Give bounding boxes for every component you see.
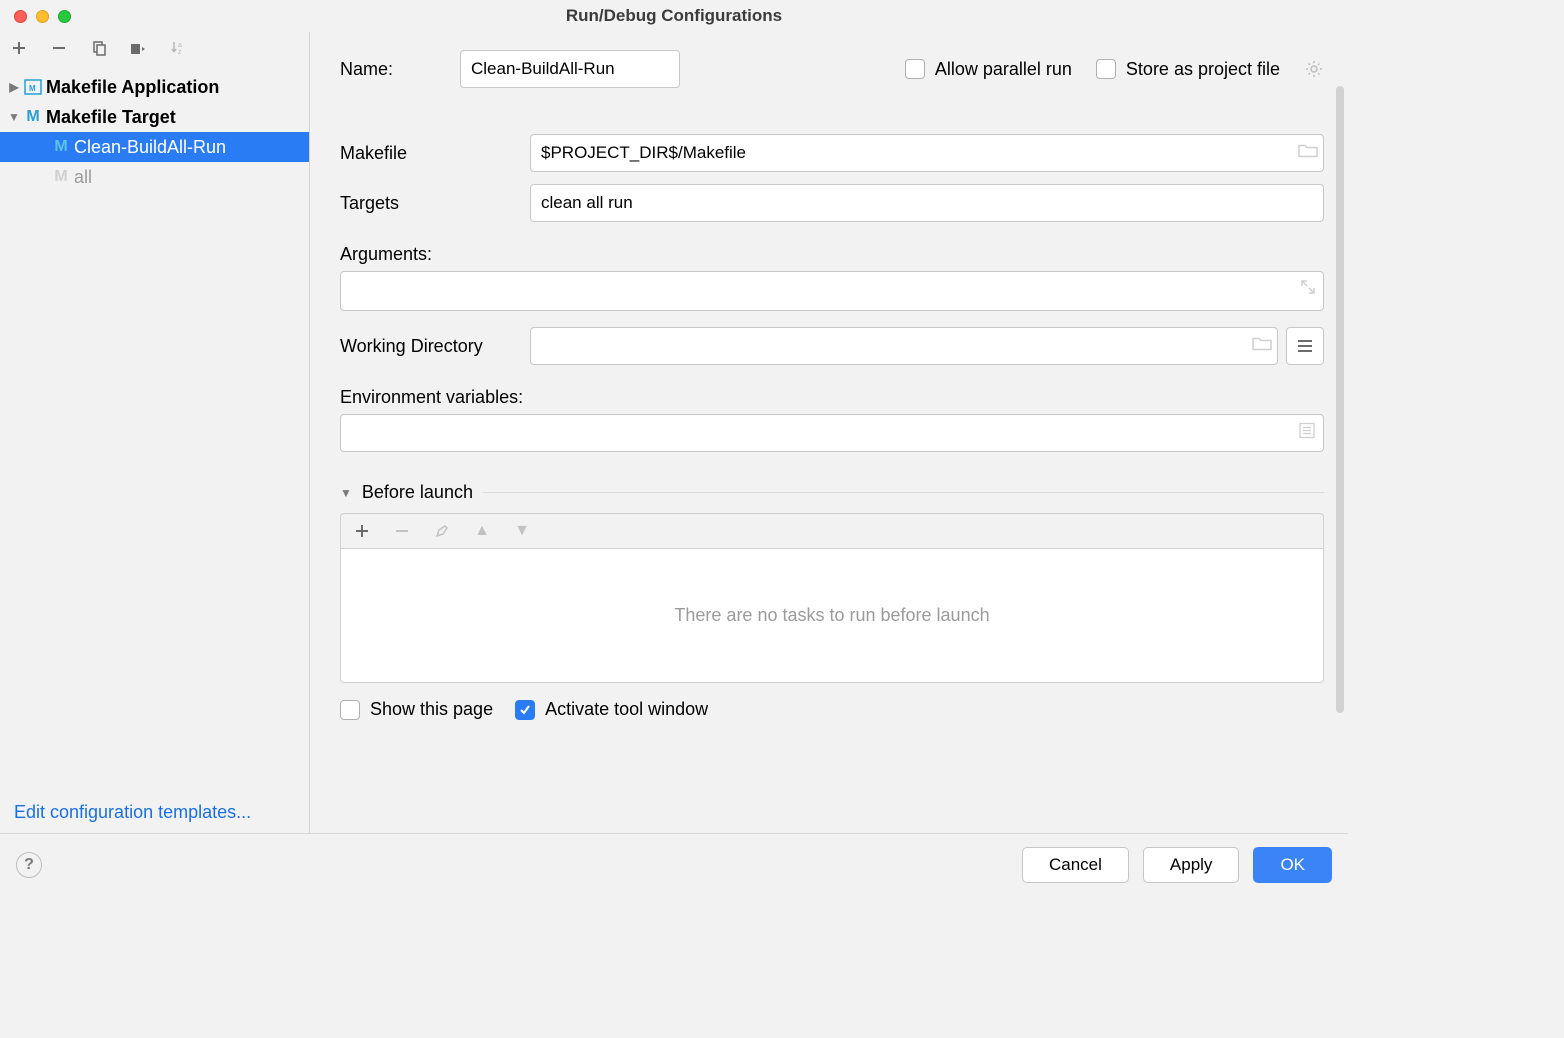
cancel-button[interactable]: Cancel xyxy=(1022,847,1129,883)
before-launch-empty-text: There are no tasks to run before launch xyxy=(674,605,989,626)
tree-label: all xyxy=(74,167,92,188)
window-title: Run/Debug Configurations xyxy=(0,6,1348,26)
tree-label: Makefile Application xyxy=(46,77,219,98)
apply-button[interactable]: Apply xyxy=(1143,847,1240,883)
folder-icon[interactable] xyxy=(1298,143,1318,164)
tree-label: Makefile Target xyxy=(46,107,176,128)
add-config-button[interactable] xyxy=(8,37,30,59)
ok-button[interactable]: OK xyxy=(1253,847,1332,883)
activate-tool-window-checkbox[interactable]: Activate tool window xyxy=(515,699,708,720)
store-project-file-checkbox[interactable]: Store as project file xyxy=(1096,59,1280,80)
arguments-label: Arguments: xyxy=(340,244,1324,265)
workdir-macros-button[interactable] xyxy=(1286,327,1324,365)
titlebar: Run/Debug Configurations xyxy=(0,0,1348,32)
makefile-target-icon: M xyxy=(24,108,42,126)
makefile-label: Makefile xyxy=(340,143,530,164)
workdir-label: Working Directory xyxy=(340,336,530,357)
folder-icon[interactable] xyxy=(1252,336,1272,357)
add-task-button[interactable] xyxy=(351,520,373,542)
before-launch-list: There are no tasks to run before launch xyxy=(340,548,1324,683)
help-button[interactable]: ? xyxy=(16,852,42,878)
name-label: Name: xyxy=(340,59,430,80)
config-tree: ▶ M Makefile Application ▼ M Makefile Ta… xyxy=(0,68,309,794)
chevron-down-icon[interactable]: ▼ xyxy=(340,486,352,500)
workdir-input[interactable] xyxy=(530,327,1278,365)
move-up-button[interactable]: ▲ xyxy=(471,520,493,542)
store-project-file-label: Store as project file xyxy=(1126,59,1280,80)
svg-text:M: M xyxy=(29,84,36,93)
makefile-input[interactable] xyxy=(530,134,1324,172)
remove-config-button[interactable] xyxy=(48,37,70,59)
makefile-app-icon: M xyxy=(24,78,42,96)
targets-input[interactable] xyxy=(530,184,1324,222)
before-launch-label: Before launch xyxy=(362,482,473,503)
move-down-button[interactable]: ▼ xyxy=(511,520,533,542)
edit-task-button[interactable] xyxy=(431,520,453,542)
gear-icon[interactable] xyxy=(1304,59,1324,79)
list-icon[interactable] xyxy=(1299,423,1315,444)
svg-text:z: z xyxy=(178,49,182,56)
edit-templates-link[interactable]: Edit configuration templates... xyxy=(14,802,251,822)
allow-parallel-checkbox[interactable]: Allow parallel run xyxy=(905,59,1072,80)
tree-node-clean-buildall-run[interactable]: M Clean-BuildAll-Run xyxy=(0,132,309,162)
sort-config-button[interactable]: az xyxy=(168,37,190,59)
remove-task-button[interactable] xyxy=(391,520,413,542)
svg-text:a: a xyxy=(178,42,182,49)
env-label: Environment variables: xyxy=(340,387,1324,408)
env-input[interactable] xyxy=(340,414,1324,452)
show-this-page-checkbox[interactable]: Show this page xyxy=(340,699,493,720)
show-this-page-label: Show this page xyxy=(370,699,493,720)
name-input[interactable] xyxy=(460,50,680,88)
tree-label: Clean-BuildAll-Run xyxy=(74,137,226,158)
chevron-right-icon: ▶ xyxy=(8,80,20,94)
tree-node-makefile-target[interactable]: ▼ M Makefile Target xyxy=(0,102,309,132)
chevron-down-icon: ▼ xyxy=(8,110,20,124)
tree-node-all[interactable]: M all xyxy=(0,162,309,192)
arguments-input[interactable] xyxy=(340,271,1324,311)
targets-label: Targets xyxy=(340,193,530,214)
save-config-button[interactable] xyxy=(128,37,150,59)
config-toolbar: az xyxy=(0,32,309,68)
makefile-target-icon: M xyxy=(52,168,70,186)
copy-config-button[interactable] xyxy=(88,37,110,59)
makefile-target-icon: M xyxy=(52,138,70,156)
tree-node-makefile-application[interactable]: ▶ M Makefile Application xyxy=(0,72,309,102)
scrollbar[interactable] xyxy=(1336,86,1344,713)
before-launch-toolbar: ▲ ▼ xyxy=(340,513,1324,548)
activate-tool-window-label: Activate tool window xyxy=(545,699,708,720)
expand-icon[interactable] xyxy=(1301,280,1315,299)
allow-parallel-label: Allow parallel run xyxy=(935,59,1072,80)
